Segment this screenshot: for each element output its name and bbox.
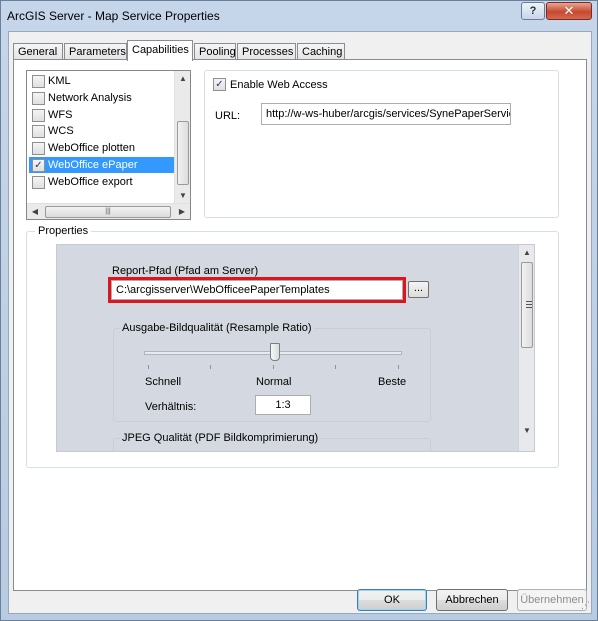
- checkbox-checked[interactable]: ✓: [213, 78, 226, 91]
- scroll-thumb[interactable]: [177, 121, 189, 185]
- tab-capabilities[interactable]: Capabilities: [127, 40, 193, 61]
- quality-group: Ausgabe-Bildqualität (Resample Ratio) Sc…: [113, 322, 431, 422]
- capability-checkbox-checked[interactable]: ✓: [32, 159, 45, 172]
- quality-slider-thumb[interactable]: [270, 343, 280, 361]
- dialog-window: ArcGIS Server - Map Service Properties ?…: [0, 0, 598, 621]
- capability-checkbox[interactable]: [32, 109, 45, 122]
- quality-level-label: Normal: [256, 376, 292, 388]
- scroll-right-arrow-icon[interactable]: ▶: [174, 204, 190, 219]
- slider-tick: [148, 365, 149, 369]
- scroll-left-arrow-icon[interactable]: ◀: [27, 204, 43, 219]
- close-button[interactable]: ✕: [546, 2, 592, 20]
- scroll-up-arrow-icon[interactable]: ▲: [519, 245, 534, 261]
- report-path-label: Report-Pfad (Pfad am Server): [112, 265, 259, 277]
- slider-tick: [273, 365, 274, 369]
- scroll-down-arrow-icon[interactable]: ▼: [175, 188, 190, 204]
- browse-button[interactable]: ...: [408, 281, 429, 298]
- list-item[interactable]: WebOffice export: [29, 174, 175, 190]
- slider-tick: [398, 365, 399, 369]
- capabilities-listbox[interactable]: KML Network Analysis WFS WCS WebOffice p…: [26, 70, 191, 220]
- url-field[interactable]: http://w-ws-huber/arcgis/services/SynePa…: [261, 103, 511, 125]
- properties-group: Properties Report-Pfad (Pfad am Server) …: [26, 225, 559, 468]
- capability-checkbox[interactable]: [32, 142, 45, 155]
- quality-level-label: Schnell: [145, 376, 182, 388]
- list-horizontal-scrollbar[interactable]: ◀ ||| ▶: [27, 203, 190, 219]
- capabilities-panel: KML Network Analysis WFS WCS WebOffice p…: [13, 59, 587, 591]
- title-bar[interactable]: ArcGIS Server - Map Service Properties ?…: [1, 1, 597, 31]
- help-button[interactable]: ?: [521, 2, 545, 20]
- slider-tick: [210, 365, 211, 369]
- enable-web-access-checkbox[interactable]: ✓ Enable Web Access: [213, 77, 328, 93]
- url-label: URL:: [215, 110, 241, 122]
- capability-checkbox[interactable]: [32, 75, 45, 88]
- list-vertical-scrollbar[interactable]: ▲ ▼: [174, 71, 190, 204]
- checkmark-icon: ✓: [34, 160, 43, 171]
- window-title: ArcGIS Server - Map Service Properties: [7, 9, 220, 23]
- scroll-up-arrow-icon[interactable]: ▲: [175, 71, 190, 87]
- slider-tick: [335, 365, 336, 369]
- list-item[interactable]: WebOffice plotten: [29, 140, 175, 156]
- dialog-client-area: General Parameters Capabilities Pooling …: [8, 31, 592, 614]
- cancel-button[interactable]: Abbrechen: [436, 589, 508, 611]
- properties-group-label: Properties: [35, 225, 92, 237]
- list-item[interactable]: WFS: [29, 107, 175, 123]
- highlight-frame: [108, 277, 406, 303]
- properties-scroll-area: Report-Pfad (Pfad am Server) C:\arcgisse…: [56, 244, 535, 452]
- list-item-selected[interactable]: ✓ WebOffice ePaper: [29, 157, 175, 173]
- list-item[interactable]: KML: [29, 73, 175, 89]
- properties-vertical-scrollbar[interactable]: ▲ ▼: [518, 245, 534, 451]
- ratio-field[interactable]: 1:3: [255, 395, 311, 415]
- ok-button[interactable]: OK: [357, 589, 427, 611]
- capability-checkbox[interactable]: [32, 176, 45, 189]
- scroll-thumb[interactable]: |||: [45, 206, 171, 218]
- list-item[interactable]: Network Analysis: [29, 90, 175, 106]
- jpeg-group-label: JPEG Qualität (PDF Bildkomprimierung): [120, 432, 321, 444]
- scroll-down-arrow-icon[interactable]: ▼: [519, 423, 534, 439]
- quality-level-label: Beste: [378, 376, 407, 388]
- web-access-group: ✓ Enable Web Access URL: http://w-ws-hub…: [204, 70, 559, 218]
- capability-checkbox[interactable]: [32, 92, 45, 105]
- capability-checkbox[interactable]: [32, 125, 45, 138]
- checkmark-icon: ✓: [215, 79, 224, 90]
- jpeg-quality-group: JPEG Qualität (PDF Bildkomprimierung): [113, 432, 431, 451]
- apply-button[interactable]: Übernehmen: [517, 589, 587, 611]
- ratio-label: Verhältnis:: [145, 401, 197, 413]
- resize-grip-icon[interactable]: ⋰: [581, 600, 590, 611]
- close-icon: ✕: [563, 3, 575, 18]
- list-item[interactable]: WCS: [29, 123, 175, 139]
- quality-group-label: Ausgabe-Bildqualität (Resample Ratio): [120, 322, 314, 334]
- scroll-thumb[interactable]: [521, 262, 533, 348]
